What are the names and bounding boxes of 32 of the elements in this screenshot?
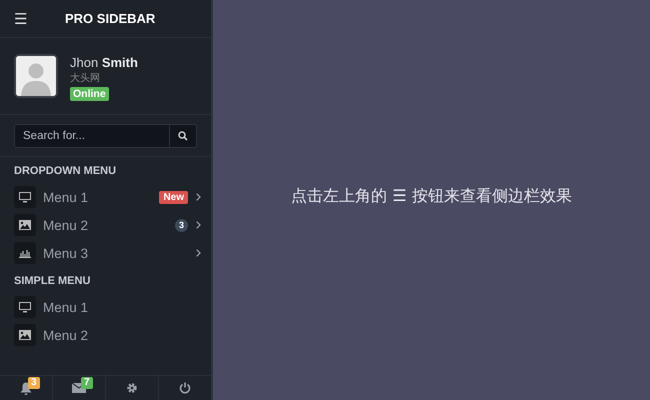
monitor-icon (19, 192, 31, 202)
status-badge: Online (70, 87, 109, 101)
image-icon (19, 330, 31, 340)
new-badge: New (159, 190, 188, 204)
count-badge: 3 (174, 218, 188, 232)
bar-chart-icon (19, 248, 31, 258)
monitor-icon (19, 302, 31, 312)
chevron-right-icon (196, 193, 201, 201)
section-header: DROPDOWN MENU (13, 164, 118, 179)
search-icon (178, 131, 188, 141)
bell-icon (20, 382, 32, 394)
image-icon (19, 220, 31, 230)
menu-item[interactable]: Menu 1 (0, 293, 211, 321)
power-icon (179, 382, 191, 394)
menu-item[interactable]: Menu 2 3 (0, 211, 211, 239)
chevron-right-icon (196, 249, 201, 257)
count-badge: 3 (28, 377, 40, 389)
settings-icon (126, 382, 138, 394)
user-subtitle: 大头网 (70, 72, 101, 85)
menu-item[interactable]: Menu 3 (0, 239, 211, 267)
avatar-icon (14, 54, 58, 98)
instruction-text: 点击左上角的 ☰ 按钮来查看侧边栏效果 (291, 186, 572, 206)
chevron-right-icon (196, 221, 201, 229)
menu-item[interactable]: Menu 1 New (0, 183, 211, 211)
menu-icon[interactable]: ☰ (14, 10, 30, 28)
menu-item[interactable]: Menu 2 (0, 321, 211, 349)
section-header: SIMPLE MENU (13, 274, 92, 289)
count-badge: 7 (81, 377, 93, 389)
app-title: PRO SIDEBAR (65, 11, 156, 26)
search-button[interactable] (169, 124, 197, 148)
user-name: Jhon Smith (70, 55, 138, 70)
search-field[interactable]: Search for... (14, 124, 169, 148)
